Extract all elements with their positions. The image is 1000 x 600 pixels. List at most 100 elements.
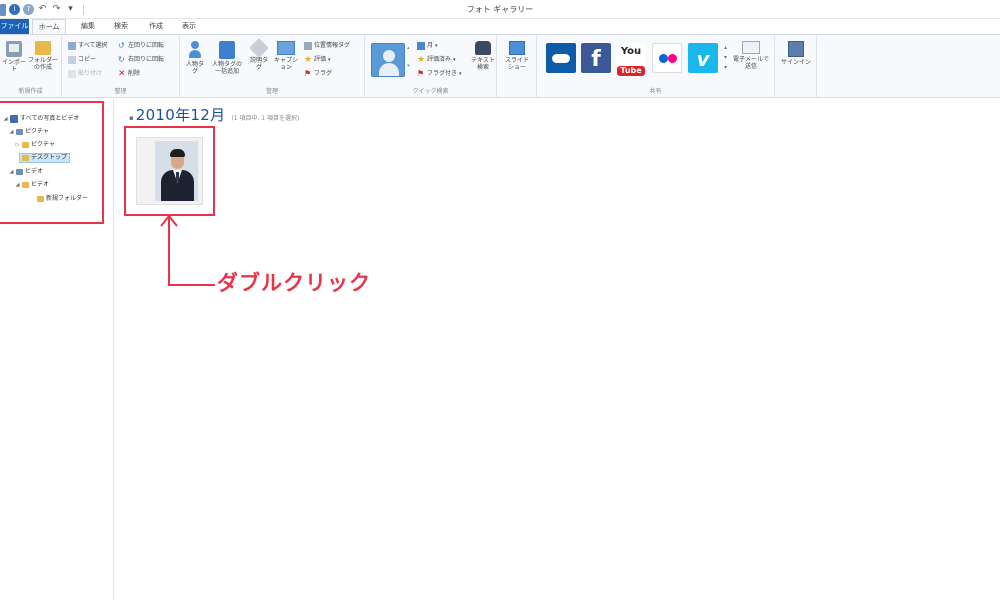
calendar-icon [417, 42, 425, 50]
tab-home[interactable]: ホーム [32, 19, 66, 34]
paste-icon [68, 70, 76, 78]
delete-label: 削除 [128, 70, 141, 77]
slideshow-label: スライドショー [504, 57, 529, 71]
tab-edit[interactable]: 編集 [77, 19, 99, 34]
people-filter-more[interactable]: ▾ [407, 61, 410, 71]
rating-dropdown-icon: ▾ [328, 57, 331, 63]
flag-icon: ⚑ [304, 69, 312, 78]
sign-in-icon [788, 41, 804, 57]
vimeo-icon[interactable]: v [688, 43, 718, 73]
rated-star-icon: ★ [417, 55, 426, 65]
slideshow-icon [509, 41, 525, 55]
photo-tie [176, 172, 179, 182]
rotate-right-button[interactable]: ↻ 右回りに回転 [118, 55, 164, 65]
photo-content-area: ▪ 2010年12月 (1 項目中, 1 項目を選択) ダブルクリック [115, 99, 1000, 600]
annotation-callout: ダブルクリック [217, 271, 371, 295]
rated-filter-button[interactable]: ★ 評価済み ▾ [417, 55, 456, 65]
rotate-left-button[interactable]: ↺ 左回りに回転 [118, 41, 164, 51]
geotag-button[interactable]: 位置情報タグ [304, 41, 350, 51]
rating-button[interactable]: ★ 評価 ▾ [304, 55, 331, 65]
date-group-count: (1 項目中, 1 項目を選択) [231, 115, 300, 122]
delete-icon: ✕ [118, 69, 126, 79]
copy-button[interactable]: コピー [68, 55, 96, 65]
people-tag-label: 人物タグ [185, 61, 204, 75]
people-filter-scroll[interactable]: ▴ [407, 43, 410, 53]
ribbon-group-sign-in: サインイン [775, 35, 817, 97]
flag-button[interactable]: ⚑ フラグ [304, 69, 332, 79]
sign-in-label: サインイン [780, 59, 811, 66]
youtube-icon[interactable]: You Tube [616, 43, 646, 76]
photo-gallery-window: i ? ↶ ↷ ▾ フォト ギャラリー ファイル ホーム 編集 検索 作成 表示… [0, 0, 1000, 600]
group-label-organize: 整理 [114, 88, 127, 95]
paste-button[interactable]: 貼り付け [68, 69, 102, 79]
group-label-new: 新規作成 [18, 88, 43, 95]
import-button[interactable]: インポート [2, 41, 26, 73]
month-filter-label: 月 [427, 42, 434, 49]
share-scroll-arrows[interactable]: ▴ ▾ ▾ [724, 43, 732, 73]
highlight-box-thumbnail [124, 126, 215, 216]
flagged-filter-label: フラグ付き [427, 70, 458, 77]
ribbon-group-share: f You Tube v ▴ ▾ ▾ 電子メールで送信 共有 [537, 35, 775, 97]
copy-label: コピー [78, 56, 97, 63]
import-label: インポート [2, 59, 27, 73]
flagged-icon: ⚑ [417, 69, 425, 78]
date-group-title: 2010年12月 [135, 106, 226, 124]
delete-button[interactable]: ✕ 削除 [118, 69, 140, 79]
ribbon-group-manage: 人物タグ 人物タグの一括追加 説明タグ キャプション 位置情報タグ ★ 評価 ▾… [180, 35, 365, 97]
select-all-button[interactable]: すべて選択 [68, 41, 107, 51]
group-label-share: 共有 [649, 88, 662, 95]
binoculars-icon [475, 41, 491, 55]
slideshow-button[interactable]: スライドショー [504, 41, 530, 71]
rotate-right-label: 右回りに回転 [128, 56, 165, 63]
tab-create[interactable]: 作成 [145, 19, 167, 34]
select-all-label: すべて選択 [78, 42, 108, 49]
month-dropdown-icon: ▾ [435, 43, 438, 49]
tab-view[interactable]: 表示 [178, 19, 200, 34]
flag-label: フラグ [314, 70, 333, 77]
geotag-label: 位置情報タグ [314, 42, 351, 49]
photo-thumbnail[interactable] [136, 137, 203, 205]
tab-search[interactable]: 検索 [110, 19, 132, 34]
date-group-header[interactable]: ▪ 2010年12月 (1 項目中, 1 項目を選択) [129, 104, 299, 125]
import-icon [6, 41, 22, 57]
facebook-icon[interactable]: f [581, 43, 611, 73]
select-all-icon [68, 42, 76, 50]
group-label-quick-find: クイック検索 [412, 88, 449, 95]
month-filter-button[interactable]: 月 ▾ [417, 41, 438, 51]
tab-file[interactable]: ファイル [0, 19, 29, 34]
person-icon [188, 41, 202, 59]
batch-people-tag-button[interactable]: 人物タグの一括追加 [210, 41, 244, 75]
text-search-button[interactable]: テキスト検索 [471, 41, 495, 71]
people-tag-button[interactable]: 人物タグ [184, 41, 206, 75]
copy-icon [68, 56, 76, 64]
star-icon: ★ [304, 55, 313, 65]
rotate-right-icon: ↻ [118, 55, 125, 64]
annotation-arrow [160, 214, 215, 286]
ribbon-group-new: インポート フォルダーの作成 新規作成 [0, 35, 62, 97]
ribbon-group-slideshow: スライドショー [497, 35, 537, 97]
person-filter-icon [371, 43, 405, 77]
flickr-icon[interactable] [652, 43, 682, 73]
text-search-label: テキスト検索 [471, 57, 495, 71]
people-filter-button[interactable] [370, 43, 406, 79]
batch-people-tag-icon [219, 41, 235, 59]
title-bar: i ? ↶ ↷ ▾ フォト ギャラリー [0, 0, 1000, 19]
batch-people-tag-label: 人物タグの一括追加 [211, 61, 242, 75]
new-folder-button[interactable]: フォルダーの作成 [28, 41, 58, 71]
email-label: 電子メールで送信 [733, 56, 770, 70]
flagged-dropdown-icon: ▾ [459, 71, 462, 77]
caption-button[interactable]: キャプション [274, 41, 298, 71]
description-tag-label: 説明タグ [249, 57, 268, 71]
portrait-photo [155, 141, 198, 201]
collapse-group-icon[interactable]: ▪ [129, 114, 134, 122]
caption-icon [277, 41, 295, 55]
navigation-pane: ◢ すべての写真とビデオ ◢ ピクチャ ▷ ピクチャ デスクトップ ◢ ビデオ … [0, 99, 114, 600]
rating-label: 評価 [314, 56, 327, 63]
sign-in-button[interactable]: サインイン [780, 41, 812, 66]
onedrive-icon[interactable] [546, 43, 576, 73]
geotag-icon [304, 42, 312, 50]
rotate-left-label: 左回りに回転 [128, 42, 165, 49]
description-tag-button[interactable]: 説明タグ [248, 38, 270, 71]
flagged-filter-button[interactable]: ⚑ フラグ付き ▾ [417, 69, 462, 79]
email-button[interactable]: 電子メールで送信 [733, 41, 769, 70]
